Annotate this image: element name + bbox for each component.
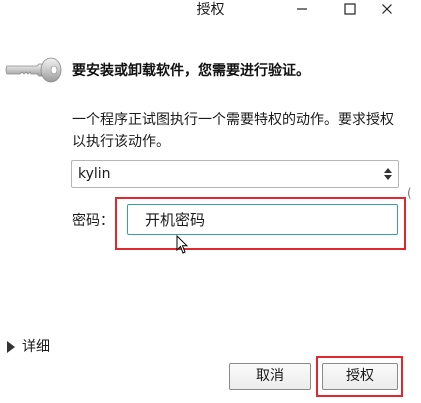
details-expander[interactable]: 详细 [6,337,50,357]
close-icon [382,4,392,14]
title-bar: 授权 [0,0,421,20]
user-select[interactable]: kylin [71,160,399,188]
dialog-description: 一个程序正试图执行一个需要特权的动作。要求授权以执行该动作。 [72,112,394,150]
key-icon [5,57,62,83]
maximize-button[interactable] [336,0,364,18]
expander-arrow-icon [7,341,15,353]
dialog-heading: 要安装或卸载软件，您需要进行验证。 [72,63,310,79]
details-label: 详细 [22,339,50,355]
password-label: 密码： [72,213,114,229]
edge-artifact: ( [407,186,412,200]
spin-arrows-icon [384,168,392,180]
minimize-icon [297,8,307,10]
password-input[interactable] [127,204,398,235]
minimize-button[interactable] [288,0,316,18]
close-button[interactable] [373,0,401,18]
mouse-cursor-icon [176,235,188,254]
maximize-icon [344,3,356,15]
user-select-value: kylin [78,166,111,182]
cancel-button[interactable]: 取消 [229,363,311,390]
authorize-button[interactable]: 授权 [322,363,398,390]
